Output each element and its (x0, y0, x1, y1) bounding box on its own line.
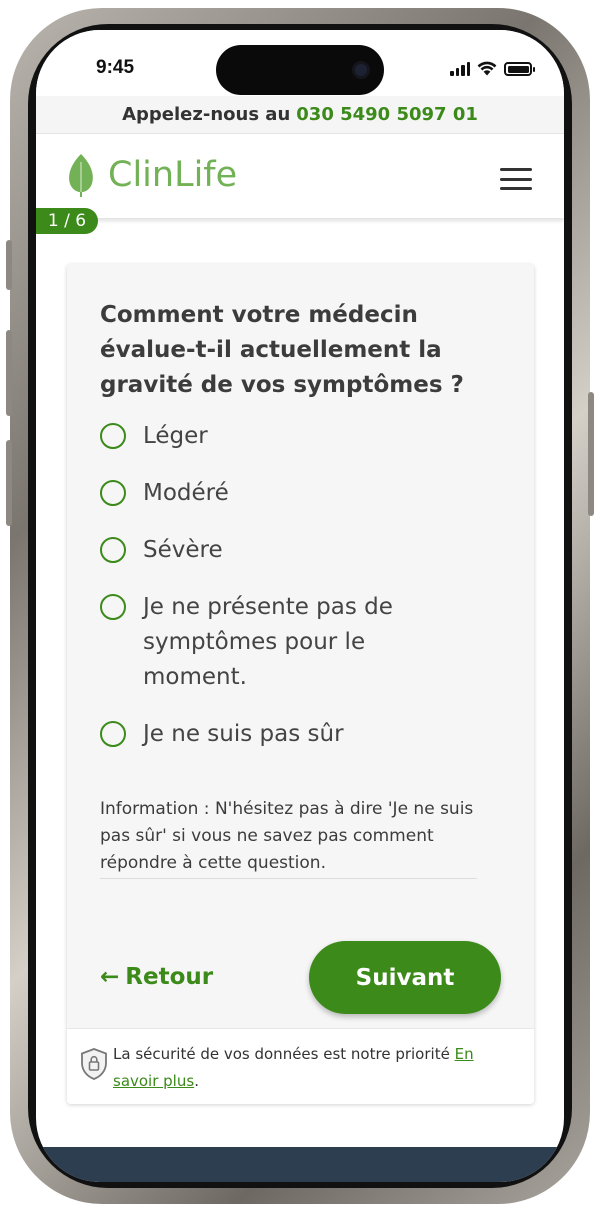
status-bar: 9:45 (36, 30, 564, 96)
radio-button[interactable] (100, 721, 126, 747)
option-not-sure[interactable]: Je ne suis pas sûr (100, 717, 510, 752)
volume-down-button (6, 440, 12, 526)
option-modere[interactable]: Modéré (100, 476, 510, 511)
brand-name: ClinLife (108, 155, 238, 195)
action-button (6, 240, 12, 290)
radio-button[interactable] (100, 480, 126, 506)
security-message: La sécurité de vos données est notre pri… (113, 1045, 450, 1063)
volume-up-button (6, 330, 12, 416)
brand-logo[interactable]: ClinLife (66, 152, 237, 198)
radio-button[interactable] (100, 423, 126, 449)
divider (100, 878, 477, 879)
status-icons (450, 60, 535, 76)
back-button-label: Retour (125, 964, 214, 990)
security-suffix: . (194, 1072, 199, 1090)
option-label: Je ne présente pas de symptômes pour le … (143, 594, 393, 690)
call-bar: Appelez-nous au 030 5490 5097 01 (36, 96, 564, 134)
option-label: Sévère (143, 537, 223, 563)
phone-number-link[interactable]: 030 5490 5097 01 (296, 104, 478, 125)
shield-lock-icon (81, 1048, 107, 1080)
dynamic-island (216, 45, 384, 95)
status-time: 9:45 (96, 57, 135, 78)
radio-button[interactable] (100, 537, 126, 563)
radio-button[interactable] (100, 594, 126, 620)
battery-icon (504, 62, 535, 76)
security-text: La sécurité de vos données est notre pri… (113, 1041, 513, 1095)
option-label: Léger (143, 423, 208, 449)
option-leger[interactable]: Léger (100, 419, 510, 454)
option-severe[interactable]: Sévère (100, 533, 510, 568)
wifi-icon (477, 61, 497, 76)
signal-icon (450, 62, 470, 76)
option-label: Modéré (143, 480, 229, 506)
footer (36, 1147, 564, 1182)
call-bar-label: Appelez-nous au (122, 104, 291, 125)
option-label: Je ne suis pas sûr (143, 721, 344, 747)
option-no-symptoms[interactable]: Je ne présente pas de symptômes pour le … (100, 590, 510, 695)
step-progress-badge: 1 / 6 (36, 208, 98, 234)
back-button[interactable]: ← Retour (100, 964, 213, 990)
leaf-icon (69, 154, 93, 197)
camera-icon (352, 61, 370, 79)
question-title: Comment votre médecin évalue-t-il actuel… (100, 302, 464, 398)
question-card: Comment votre médecin évalue-t-il actuel… (67, 264, 534, 1104)
power-button (588, 392, 594, 516)
info-text: Information : N'hésitez pas à dire 'Je n… (100, 799, 474, 873)
site-header: ClinLife (36, 134, 564, 218)
phone-screen: 9:45 Appelez-nous au 030 5490 5097 01 Cl… (36, 30, 564, 1182)
hamburger-menu-icon[interactable] (500, 168, 532, 190)
next-button[interactable]: Suivant (309, 941, 501, 1014)
security-notice: La sécurité de vos données est notre pri… (67, 1028, 534, 1104)
arrow-left-icon: ← (100, 964, 120, 990)
answer-options: Léger Modéré Sévère Je ne présente pas d… (100, 419, 510, 774)
